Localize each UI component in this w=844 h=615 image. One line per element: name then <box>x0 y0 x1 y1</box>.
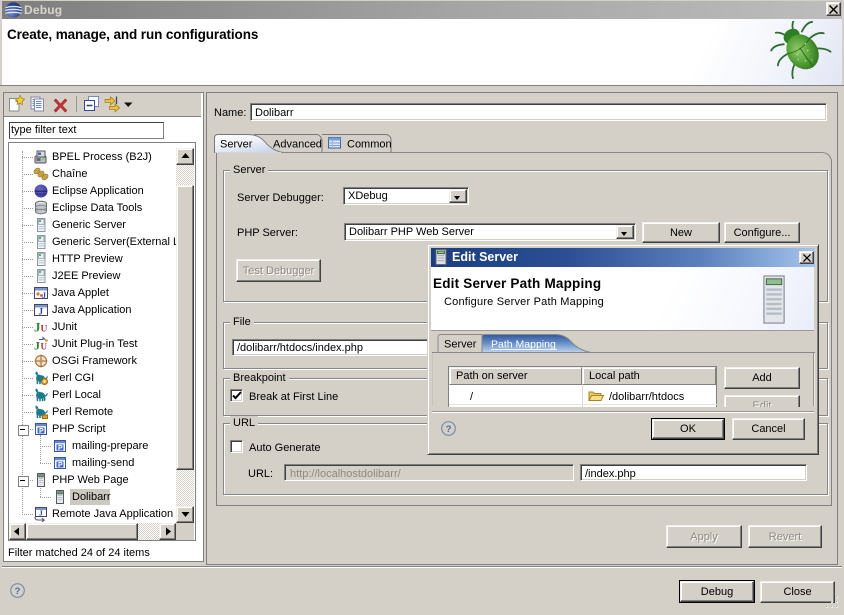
svg-text:U: U <box>41 325 48 335</box>
svg-text:Server: Server <box>220 139 253 151</box>
svg-text:Advanced: Advanced <box>273 139 322 151</box>
svg-text:P: P <box>58 445 63 452</box>
svg-text:?: ? <box>15 586 21 597</box>
svg-text:P: P <box>39 428 44 435</box>
svg-text:J: J <box>39 307 44 317</box>
svg-text:U: U <box>41 342 48 352</box>
svg-text:J: J <box>39 509 43 518</box>
svg-text:Server: Server <box>444 339 477 351</box>
svg-text:Path Mapping: Path Mapping <box>491 339 556 351</box>
svg-text:?: ? <box>446 424 452 435</box>
svg-text:J: J <box>34 339 40 353</box>
svg-text:Common: Common <box>347 139 392 151</box>
svg-text:P: P <box>58 462 63 469</box>
svg-text:J: J <box>42 291 46 300</box>
